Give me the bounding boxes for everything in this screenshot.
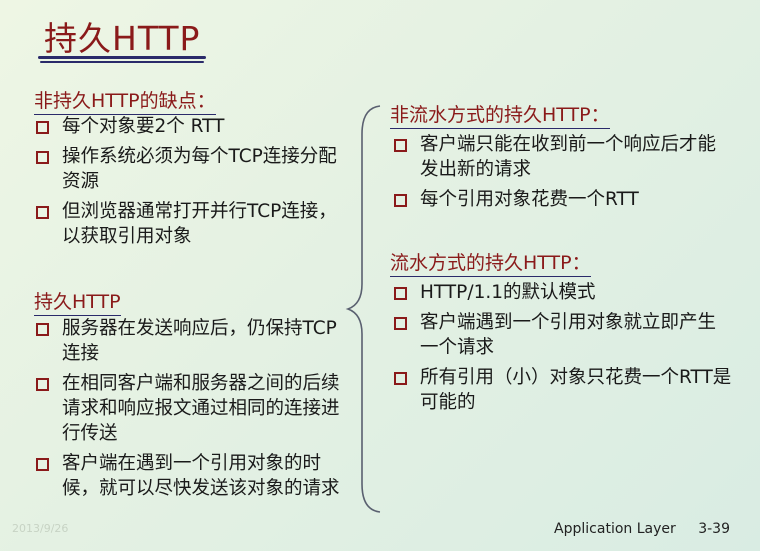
left-list-nonpersistent: 每个对象要2个 RTT 操作系统必须为每个TCP连接分配资源 但浏览器通常打开并… <box>34 114 350 254</box>
footer-label: Application Layer <box>554 521 676 537</box>
list-item: HTTP/1.1的默认模式 <box>392 280 732 305</box>
footer-page-number: 3-39 <box>698 521 730 537</box>
left-heading-persistent: 持久HTTP <box>34 287 121 316</box>
list-item: 客户端遇到一个引用对象就立即产生一个请求 <box>392 310 732 360</box>
list-item-text: HTTP/1.1的默认模式 <box>420 282 596 303</box>
date-watermark: 2013/9/26 <box>12 522 69 535</box>
slide-footer: Application Layer 3-39 <box>554 521 730 537</box>
list-item-text: 在相同客户端和服务器之间的后续请求和响应报文通过相同的连接进行传送 <box>62 373 340 444</box>
list-item: 操作系统必须为每个TCP连接分配资源 <box>34 144 350 194</box>
list-item-text: 但浏览器通常打开并行TCP连接，以获取引用对象 <box>62 201 337 247</box>
list-item-text: 服务器在发送响应后，仍保持TCP连接 <box>62 318 337 364</box>
square-bullet-icon <box>36 206 49 219</box>
square-bullet-icon <box>394 287 407 300</box>
square-bullet-icon <box>394 194 407 207</box>
list-item-text: 客户端在遇到一个引用对象的时候，就可以尽快发送该对象的请求 <box>62 453 340 499</box>
list-item-text: 操作系统必须为每个TCP连接分配资源 <box>62 146 337 192</box>
curly-brace-icon <box>345 105 381 513</box>
list-item: 客户端只能在收到前一个响应后才能发出新的请求 <box>392 132 732 182</box>
list-item: 每个引用对象花费一个RTT <box>392 187 732 212</box>
square-bullet-icon <box>36 378 49 391</box>
list-item: 服务器在发送响应后，仍保持TCP连接 <box>34 316 350 366</box>
left-heading-nonpersistent: 非持久HTTP的缺点： <box>34 86 216 115</box>
title-underline-second <box>40 61 204 63</box>
square-bullet-icon <box>394 372 407 385</box>
list-item-text: 所有引用（小）对象只花费一个RTT是可能的 <box>420 367 732 413</box>
list-item-text: 每个引用对象花费一个RTT <box>420 189 639 210</box>
list-item-text: 客户端只能在收到前一个响应后才能发出新的请求 <box>420 134 717 180</box>
list-item: 在相同客户端和服务器之间的后续请求和响应报文通过相同的连接进行传送 <box>34 371 350 446</box>
list-item: 每个对象要2个 RTT <box>34 114 350 139</box>
right-list-nonpipelined: 客户端只能在收到前一个响应后才能发出新的请求 每个引用对象花费一个RTT <box>392 132 732 217</box>
list-item: 但浏览器通常打开并行TCP连接，以获取引用对象 <box>34 199 350 249</box>
square-bullet-icon <box>36 323 49 336</box>
list-item: 客户端在遇到一个引用对象的时候，就可以尽快发送该对象的请求 <box>34 451 350 501</box>
list-item: 所有引用（小）对象只花费一个RTT是可能的 <box>392 365 732 415</box>
list-item-text: 客户端遇到一个引用对象就立即产生一个请求 <box>420 312 717 358</box>
square-bullet-icon <box>394 139 407 152</box>
square-bullet-icon <box>36 458 49 471</box>
right-heading-pipelined: 流水方式的持久HTTP： <box>390 248 591 277</box>
right-heading-nonpipelined: 非流水方式的持久HTTP： <box>390 100 610 129</box>
square-bullet-icon <box>36 151 49 164</box>
left-list-persistent: 服务器在发送响应后，仍保持TCP连接 在相同客户端和服务器之间的后续请求和响应报… <box>34 316 350 506</box>
right-list-pipelined: HTTP/1.1的默认模式 客户端遇到一个引用对象就立即产生一个请求 所有引用（… <box>392 280 732 420</box>
list-item-text: 每个对象要2个 RTT <box>62 116 225 137</box>
slide-title: 持久HTTP <box>44 19 201 58</box>
square-bullet-icon <box>36 121 49 134</box>
title-underline <box>38 56 206 59</box>
square-bullet-icon <box>394 317 407 330</box>
